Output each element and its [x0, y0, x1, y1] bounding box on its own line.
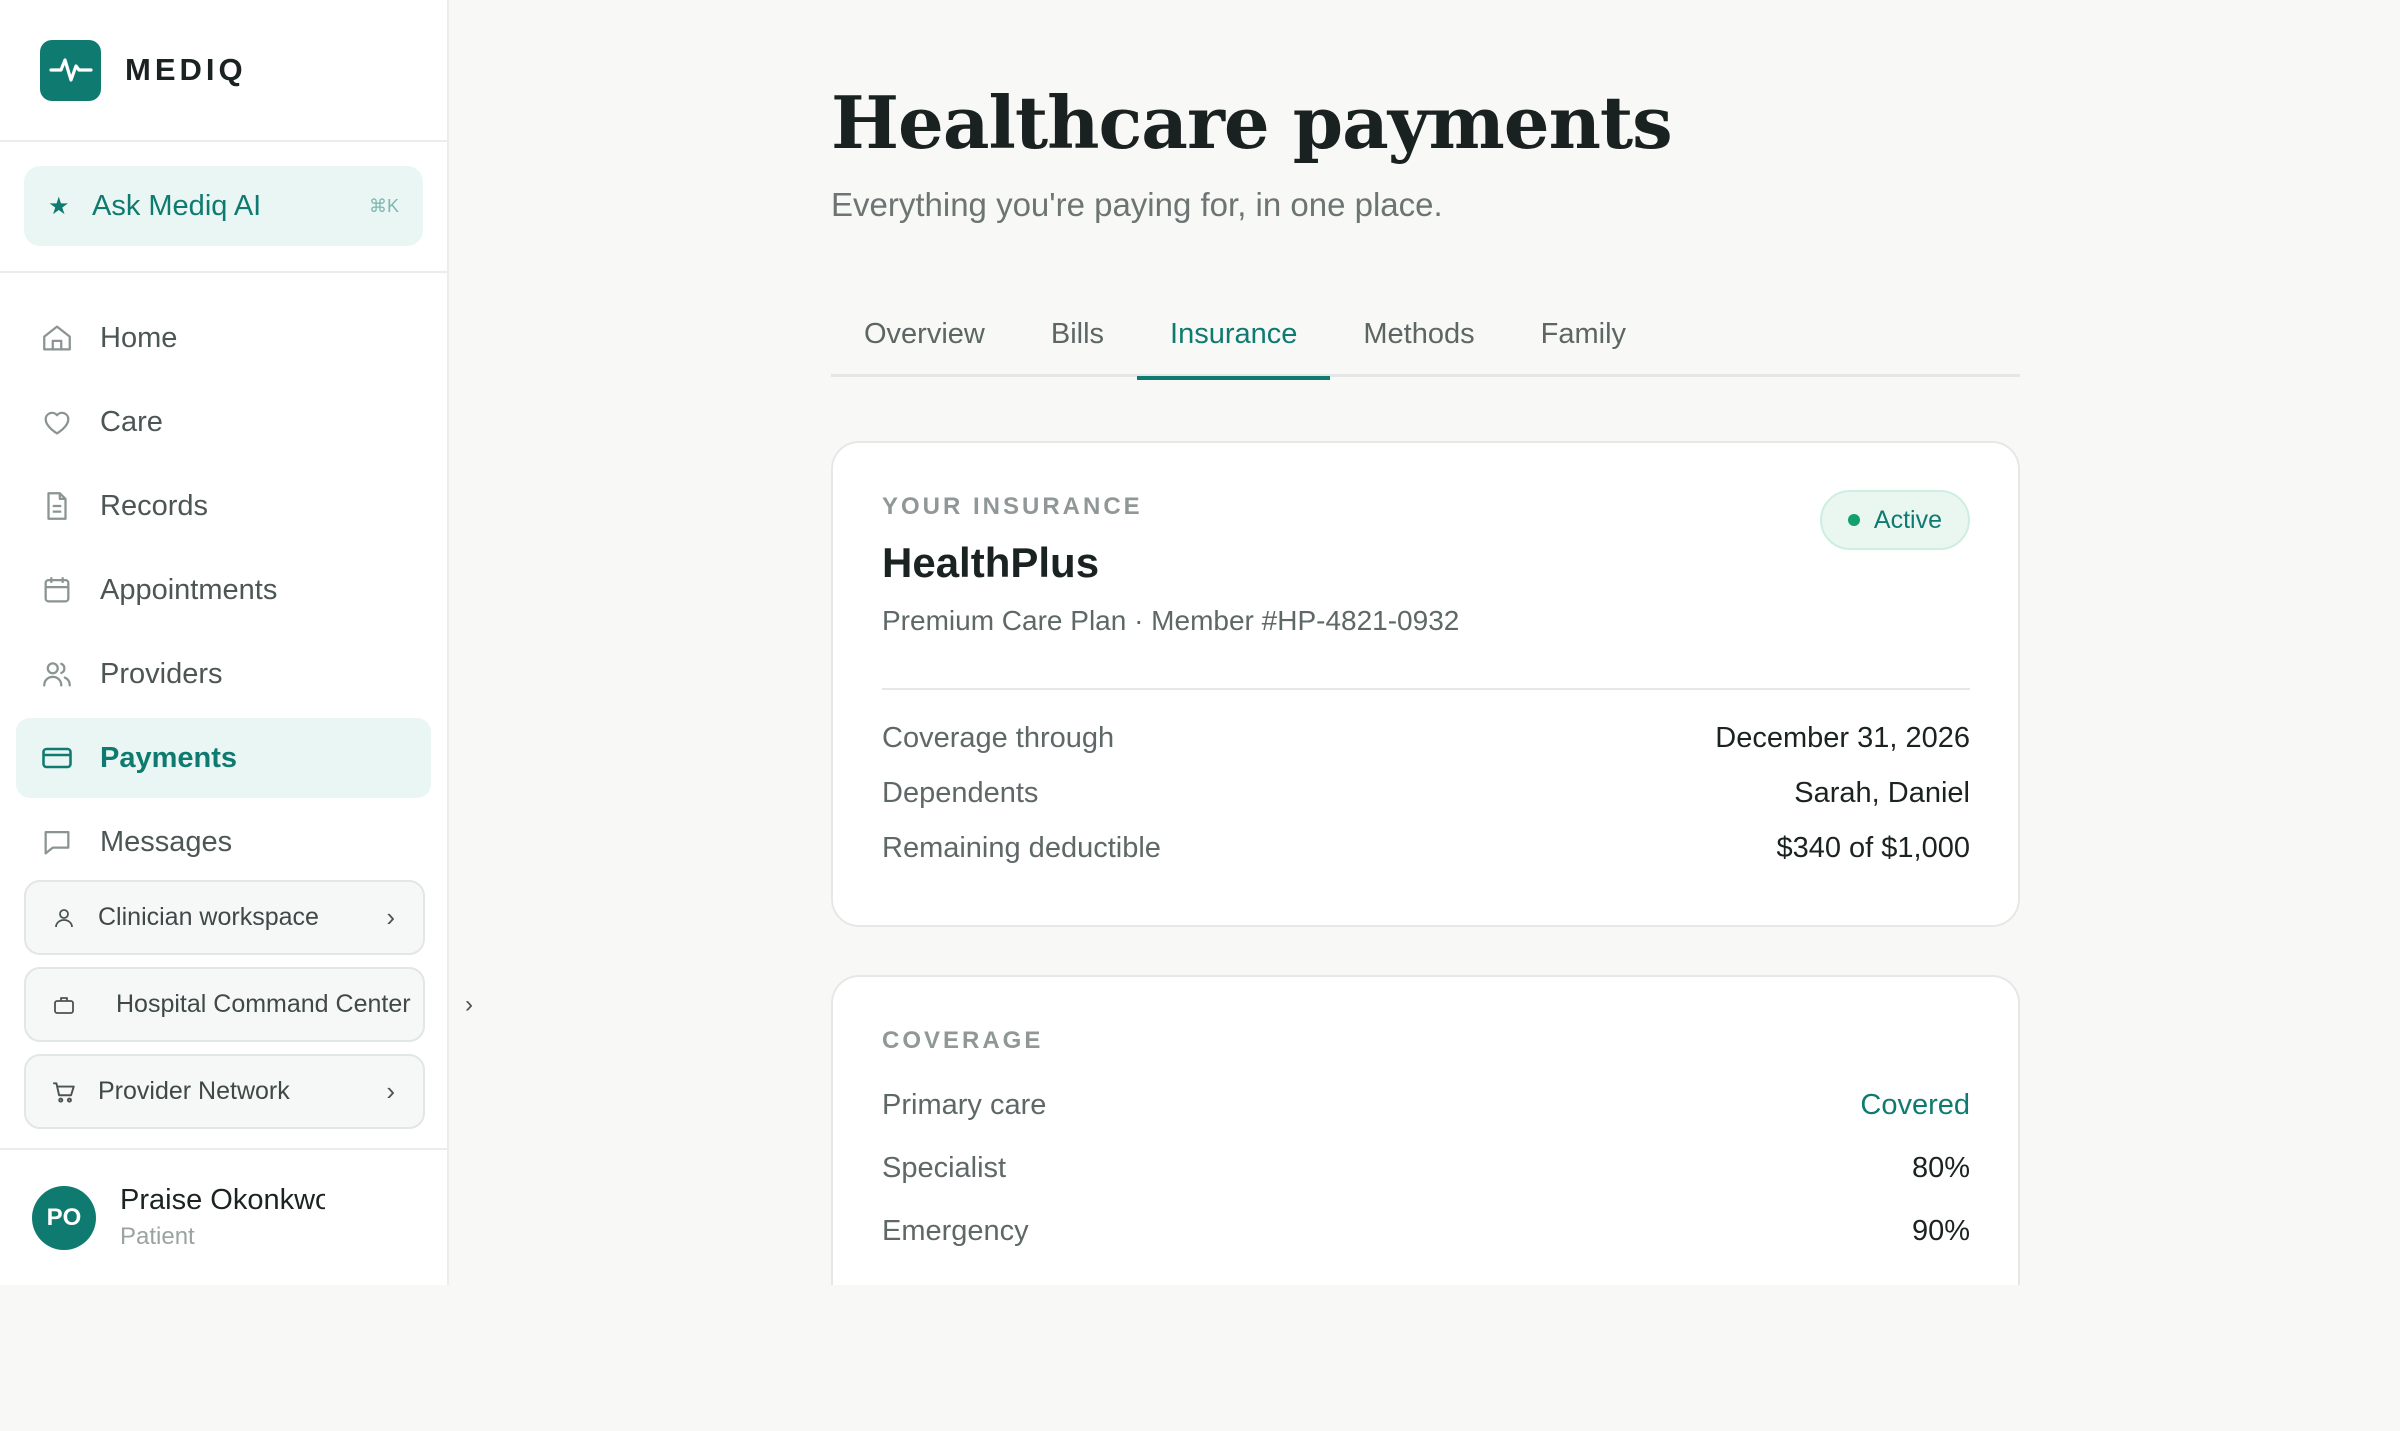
coverage-label: Primary care	[882, 1089, 1047, 1121]
document-icon	[38, 487, 76, 525]
sidebar-nav: Home Care Records Appointments Providers	[0, 273, 447, 882]
workspace-label: Provider Network	[98, 1077, 290, 1105]
coverage-card: COVERAGE Primary care Covered Specialist…	[831, 975, 2020, 1285]
detail-value: $340 of $1,000	[1776, 832, 1970, 864]
coverage-value: Covered	[1860, 1089, 1970, 1121]
detail-label: Dependents	[882, 777, 1039, 809]
user-profile[interactable]: PO Praise Okonkwo Patient	[0, 1148, 447, 1285]
tab-family[interactable]: Family	[1508, 300, 1659, 377]
sidebar-item-label: Care	[100, 405, 163, 438]
section-label: COVERAGE	[882, 1027, 1044, 1054]
sidebar-item-label: Records	[100, 489, 208, 522]
hospital-command-center-button[interactable]: Hospital Command Center	[24, 967, 425, 1042]
detail-value: December 31, 2026	[1715, 722, 1970, 754]
status-label: Active	[1873, 505, 1942, 534]
avatar: PO	[32, 1185, 96, 1250]
ask-mediq-ai-label: Ask Mediq AI	[92, 189, 262, 222]
sidebar-item-appointments[interactable]: Appointments	[16, 550, 431, 630]
detail-row: Dependents Sarah, Daniel	[882, 777, 1970, 810]
brand-name: MEDIQ	[125, 52, 247, 87]
coverage-value: 80%	[1911, 1152, 1970, 1184]
ask-mediq-ai-button[interactable]: ★ Ask Mediq AI ⌘K	[24, 166, 423, 246]
pulse-logo-icon[interactable]	[40, 39, 101, 101]
coverage-row: Emergency 90%	[882, 1215, 1970, 1248]
home-icon	[38, 319, 76, 357]
detail-row: Coverage through December 31, 2026	[882, 722, 1970, 755]
sidebar-item-home[interactable]: Home	[16, 298, 431, 378]
detail-value: Sarah, Daniel	[1794, 777, 1970, 809]
keyboard-shortcut: ⌘K	[368, 195, 399, 216]
coverage-row: Primary care Covered	[882, 1089, 1970, 1122]
calendar-icon	[38, 571, 76, 609]
tab-bills[interactable]: Bills	[1018, 300, 1137, 377]
status-badge: Active	[1819, 490, 1970, 550]
user-role: Patient	[120, 1223, 195, 1250]
sidebar: MEDIQ ★ Ask Mediq AI ⌘K Home Care Record…	[0, 0, 449, 1285]
message-icon	[38, 823, 76, 861]
insurance-provider-name: HealthPlus	[882, 539, 1100, 586]
sidebar-item-messages[interactable]: Messages	[16, 802, 431, 882]
status-dot-icon	[1847, 514, 1860, 526]
workspace-label: Hospital Command Center	[116, 990, 411, 1018]
briefcase-icon	[50, 993, 78, 1017]
workspace-label: Clinician workspace	[98, 903, 319, 931]
provider-network-button[interactable]: Provider Network ›	[24, 1054, 425, 1129]
sidebar-item-label: Messages	[100, 825, 233, 858]
insurance-plan-details: Premium Care Plan · Member #HP-4821-0932	[882, 605, 1460, 636]
page-subtitle: Everything you're paying for, in one pla…	[831, 186, 1443, 223]
user-name: Praise Okonkwo	[120, 1184, 325, 1216]
page-title: Healthcare payments	[831, 80, 1673, 165]
chevron-right-icon: ›	[386, 1076, 395, 1106]
sidebar-item-payments[interactable]: Payments	[16, 718, 431, 798]
chevron-right-icon[interactable]: ›	[465, 991, 473, 1019]
insurance-card: YOUR INSURANCE HealthPlus Premium Care P…	[831, 441, 2020, 927]
sidebar-item-providers[interactable]: Providers	[16, 634, 431, 714]
users-icon	[38, 655, 76, 693]
detail-row: Remaining deductible $340 of $1,000	[882, 832, 1970, 865]
clinician-workspace-button[interactable]: Clinician workspace ›	[24, 880, 425, 955]
chevron-right-icon: ›	[386, 902, 395, 932]
tab-insurance[interactable]: Insurance	[1137, 300, 1331, 380]
sidebar-item-records[interactable]: Records	[16, 466, 431, 546]
divider	[882, 688, 1970, 690]
coverage-value: 90%	[1911, 1215, 1970, 1247]
sidebar-item-label: Providers	[100, 657, 223, 690]
coverage-label: Specialist	[882, 1152, 1007, 1184]
tab-bar: Overview Bills Insurance Methods Family	[831, 300, 2020, 380]
sidebar-item-care[interactable]: Care	[16, 382, 431, 462]
credit-card-icon	[38, 739, 76, 777]
sidebar-item-label: Home	[100, 321, 178, 354]
coverage-label: Emergency	[882, 1215, 1029, 1247]
sidebar-item-label: Appointments	[100, 573, 278, 606]
heart-icon	[38, 403, 76, 441]
tab-overview[interactable]: Overview	[831, 300, 1018, 377]
brand: MEDIQ	[0, 0, 447, 142]
star-icon: ★	[48, 192, 70, 220]
detail-label: Coverage through	[882, 722, 1115, 754]
coverage-row: Specialist 80%	[882, 1152, 1970, 1185]
sidebar-item-label: Payments	[100, 741, 238, 774]
cart-icon	[50, 1079, 78, 1105]
user-icon	[50, 906, 78, 930]
tab-methods[interactable]: Methods	[1330, 300, 1507, 377]
section-label: YOUR INSURANCE	[882, 493, 1143, 520]
detail-label: Remaining deductible	[882, 832, 1161, 864]
